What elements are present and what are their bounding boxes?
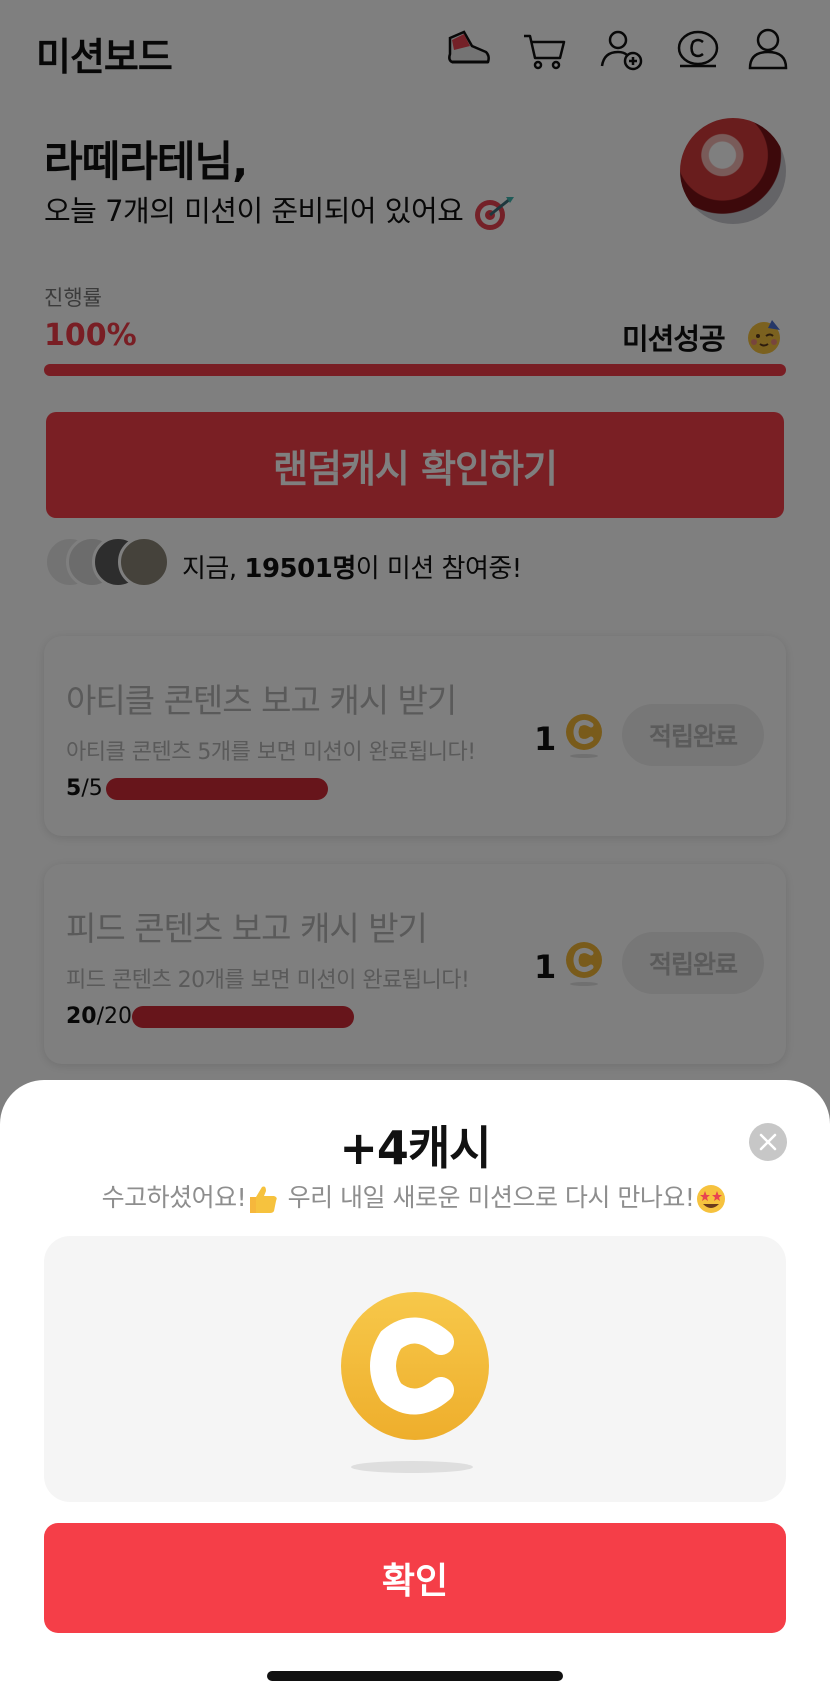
coin-shadow [351,1461,473,1473]
home-indicator [267,1671,563,1681]
reward-bottom-sheet: +4캐시 수고하셨어요! 우리 내일 새로운 미션으로 다시 만나요! 확인 [0,1080,830,1683]
close-icon[interactable] [749,1123,787,1161]
reward-message-part2: 우리 내일 새로운 미션으로 다시 만나요! [280,1183,695,1212]
confirm-button[interactable]: 확인 [44,1523,786,1633]
coin-icon [341,1292,489,1440]
thumbs-up-icon [246,1183,280,1215]
reward-coin-panel [44,1236,786,1502]
mission-board-page: 미션보드 라떼라테님, 오늘 7개의 미션이 준비되어 있어요 진행률 100%… [0,0,830,1683]
star-eyes-face-icon [694,1183,728,1215]
reward-message: 수고하셨어요! 우리 내일 새로운 미션으로 다시 만나요! [0,1178,830,1215]
reward-message-part1: 수고하셨어요! [101,1183,247,1212]
reward-title: +4캐시 [339,1121,491,1175]
